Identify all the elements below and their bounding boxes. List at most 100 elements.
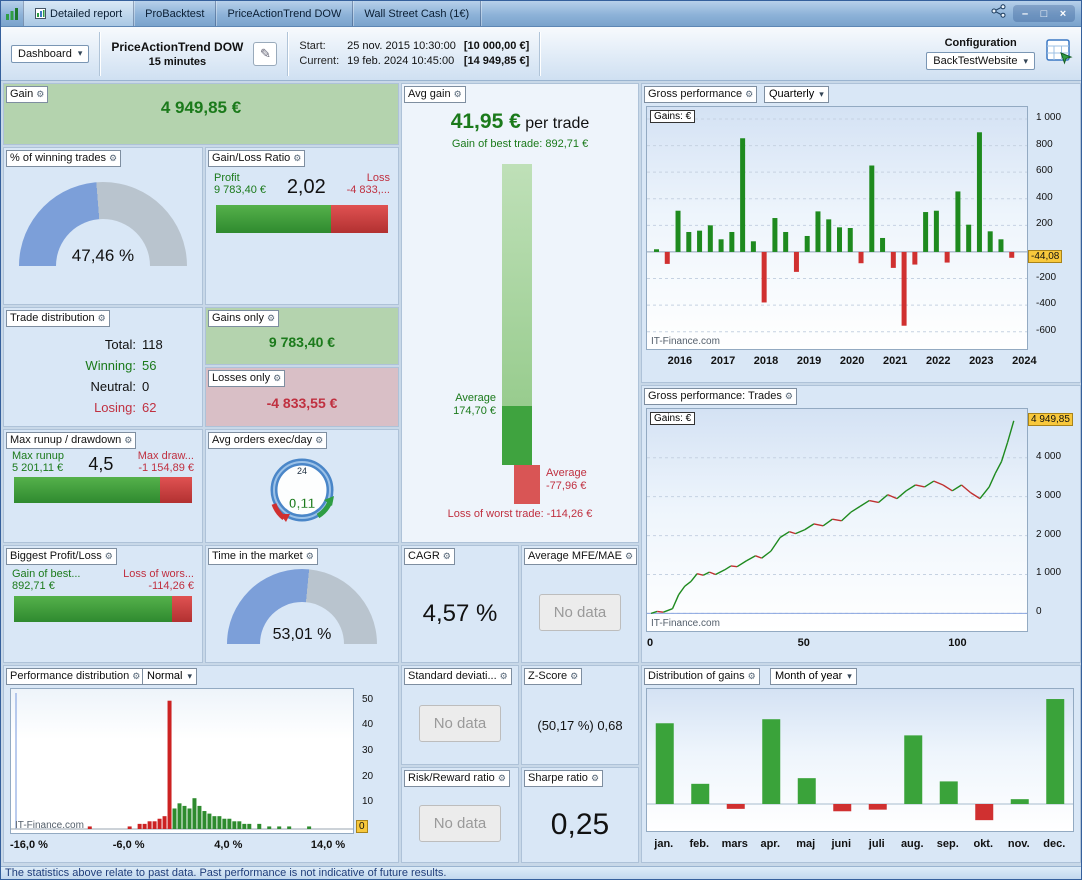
panel-cagr-header[interactable]: CAGR ⚙	[404, 548, 455, 565]
equity-curve-chart: Gains: € IT-Finance.com	[646, 408, 1028, 632]
tick-label: 100	[948, 637, 967, 649]
month-label: dec.	[1043, 838, 1066, 850]
x-axis-labels: 2016 2017 2018 2019 2020 2021 2022 2023 2024	[646, 350, 1078, 372]
panel-winning-trades: % of winning trades ⚙ 47,46 %	[3, 147, 203, 305]
tick-label: 2 000	[1036, 528, 1062, 540]
wrench-icon: ⚙	[132, 671, 141, 681]
month-label: jan.	[654, 838, 674, 850]
month-label: feb.	[689, 838, 710, 850]
dropdown-value: Dashboard	[18, 47, 72, 60]
panel-title: Avg orders exec/day	[212, 434, 313, 446]
runup-bar-green	[14, 477, 160, 503]
panel-gain-header[interactable]: Gain ⚙	[6, 86, 49, 103]
current-capital: [14 949,85 €]	[463, 55, 530, 67]
panel-sharpe-header[interactable]: Sharpe ratio ⚙	[524, 770, 604, 787]
gain-value: 4 949,85 €	[160, 98, 242, 117]
panel-title: Z-Score	[528, 670, 568, 682]
panel-avg-mfe-mae-header[interactable]: Average MFE/MAE ⚙	[524, 548, 638, 565]
worst-trade-label: Loss of worst trade: -114,26 €	[447, 508, 593, 520]
start-capital: [10 000,00 €]	[463, 40, 530, 52]
avg-gain-suffix: per trade	[525, 115, 590, 132]
strategy-name: PriceActionTrend DOW	[111, 39, 244, 54]
panel-winning-trades-header[interactable]: % of winning trades ⚙	[6, 150, 122, 167]
gain-loss-ratio-value: 2,02	[286, 176, 326, 198]
panel-trade-distribution: Trade distribution ⚙ Total: 118 Winning: 56…	[3, 307, 203, 427]
panel-risk-reward-header[interactable]: Risk/Reward ratio ⚙	[404, 770, 510, 787]
window-controls: – □ ×	[1013, 5, 1075, 22]
panel-gain: Gain ⚙ 4 949,85 €	[3, 83, 399, 145]
gains-axis-label: Gains: €	[650, 412, 696, 425]
panel-title: Losses only	[212, 372, 271, 384]
dropdown-value: BackTestWebsite	[933, 55, 1018, 67]
tab-probacktest[interactable]: ProBacktest	[134, 1, 217, 26]
panel-gross-trades-header[interactable]: Gross performance: Trades ⚙	[644, 388, 797, 405]
panel-distribution-of-gains-header[interactable]: Distribution of gains ⚙	[644, 668, 760, 685]
avg-gain-value: 41,95 €	[450, 110, 521, 133]
panel-avg-orders: Avg orders exec/day ⚙ 24 0,11	[205, 429, 399, 543]
tab-label: ProBacktest	[145, 7, 205, 20]
tick-label: 3 000	[1036, 489, 1062, 501]
panel-gains-only: Gains only ⚙ 9 783,40 €	[205, 307, 399, 365]
panel-std-deviation-header[interactable]: Standard deviati... ⚙	[404, 668, 512, 685]
app-icon	[1, 1, 23, 26]
pencil-icon: ✎	[259, 45, 271, 61]
tick-label: 14,0 %	[310, 839, 346, 851]
wrench-icon: ⚙	[273, 373, 282, 383]
panel-z-score-header[interactable]: Z-Score ⚙	[524, 668, 583, 685]
panel-biggest-profit-loss-header[interactable]: Biggest Profit/Loss ⚙	[6, 548, 117, 565]
dashboard-dropdown[interactable]: Dashboard ▾	[11, 44, 90, 63]
wrench-icon: ⚙	[497, 773, 506, 783]
panel-time-in-market-header[interactable]: Time in the market ⚙	[208, 548, 318, 565]
panel-performance-distribution-header[interactable]: Performance distribution ⚙	[6, 668, 145, 685]
panel-title: Gross performance	[648, 88, 743, 100]
maximize-button[interactable]: □	[1036, 6, 1052, 21]
total-trades-row: Total: 118	[104, 337, 163, 352]
panel-time-in-market: Time in the market ⚙ 53,01 %	[205, 545, 399, 663]
panel-gain-loss-ratio-header[interactable]: Gain/Loss Ratio ⚙	[208, 150, 306, 167]
dropdown-value: Normal	[147, 670, 183, 682]
panel-runup-drawdown-header[interactable]: Max runup / drawdown ⚙	[6, 432, 137, 449]
month-dropdown[interactable]: Month of year ▾	[770, 668, 857, 685]
tick-label: 2019	[796, 355, 822, 367]
period-dropdown[interactable]: Quarterly ▾	[764, 86, 829, 103]
share-icon[interactable]	[991, 4, 1007, 23]
panel-z-score: Z-Score ⚙ (50,17 %) 0,68	[521, 665, 639, 765]
loss-label: Loss	[366, 172, 390, 184]
tick-label: 50	[362, 693, 374, 705]
panel-title: Time in the market	[212, 550, 303, 562]
distribution-mode-dropdown[interactable]: Normal ▾	[142, 668, 197, 685]
month-label: mars	[721, 838, 748, 850]
biggest-profit-loss-bar	[14, 596, 192, 622]
minimize-button[interactable]: –	[1017, 6, 1033, 21]
tick-label: 2017	[710, 355, 736, 367]
profit-label: Profit	[214, 172, 240, 184]
panel-trade-distribution-header[interactable]: Trade distribution ⚙	[6, 310, 110, 327]
panel-avg-orders-header[interactable]: Avg orders exec/day ⚙	[208, 432, 328, 449]
average-gain-label: Average	[455, 392, 496, 405]
panel-gains-only-header[interactable]: Gains only ⚙	[208, 310, 280, 327]
clock-icon: 24 0,11	[270, 458, 334, 522]
quarterly-performance-chart: Gains: € IT-Finance.com	[646, 106, 1028, 350]
panel-losses-only-header[interactable]: Losses only ⚙	[208, 370, 286, 387]
current-date: 19 feb. 2024 10:45:00	[347, 55, 455, 67]
best-gain-value: 892,71 €	[12, 580, 55, 592]
panel-avg-gain-header[interactable]: Avg gain ⚙	[404, 86, 466, 103]
edit-strategy-button[interactable]: ✎	[253, 41, 278, 66]
close-button[interactable]: ×	[1055, 6, 1071, 21]
configuration-dropdown[interactable]: BackTestWebsite ▾	[926, 52, 1035, 70]
tick-label: 4 000	[1036, 450, 1062, 462]
panel-title: Gain/Loss Ratio	[212, 152, 291, 164]
panel-title: Avg gain	[408, 88, 451, 100]
tab-priceactiontrend[interactable]: PriceActionTrend DOW	[216, 1, 354, 26]
panel-gross-performance-header[interactable]: Gross performance ⚙	[644, 86, 758, 103]
tab-label: Wall Street Cash (1€)	[364, 7, 470, 20]
panel-losses-only: Losses only ⚙ -4 833,55 €	[205, 367, 399, 427]
chevron-down-icon: ▾	[847, 671, 852, 681]
start-label: Start:	[299, 40, 326, 52]
losing-trades-row: Losing: 62	[94, 400, 157, 415]
configuration-icon[interactable]	[1045, 37, 1073, 70]
average-loss-value: -77,96 €	[546, 480, 587, 493]
panel-title: Max runup / drawdown	[10, 434, 122, 446]
tab-wall-street-cash[interactable]: Wall Street Cash (1€)	[353, 1, 482, 26]
tab-detailed-report[interactable]: Detailed report	[23, 1, 135, 26]
